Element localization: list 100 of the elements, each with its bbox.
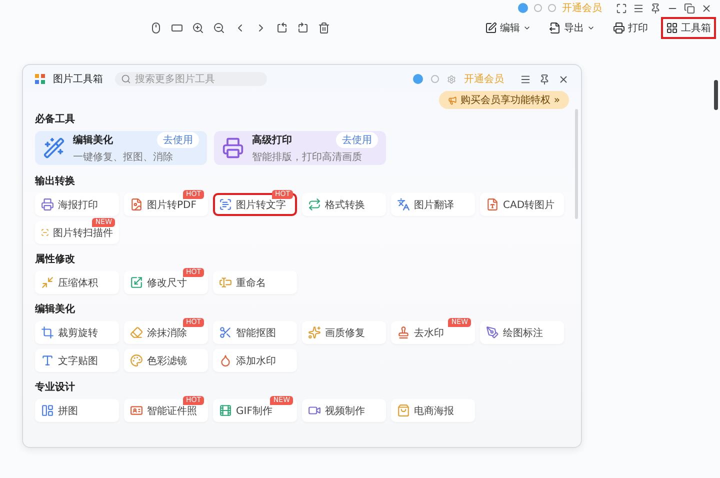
- tool-label: 图片转PDF: [147, 198, 196, 212]
- palette-icon: [130, 354, 143, 367]
- file-icon: [486, 198, 499, 211]
- rename-icon: [219, 276, 232, 289]
- tool-label: 色彩滤镜: [147, 354, 187, 368]
- menu-icon[interactable]: [633, 2, 644, 14]
- avatar[interactable]: [413, 74, 423, 84]
- tool-tile[interactable]: 视频制作: [302, 399, 386, 422]
- section-title: 输出转换: [35, 174, 76, 188]
- menu-icon[interactable]: [520, 74, 531, 84]
- magic-wand-icon: [43, 137, 65, 159]
- use-button[interactable]: 去使用: [336, 132, 378, 148]
- tool-label: 修改尺寸: [147, 276, 187, 290]
- tool-tile[interactable]: 格式转换: [302, 193, 386, 216]
- scrollbar-thumb[interactable]: [575, 109, 578, 219]
- scan-text-icon: [219, 198, 232, 211]
- use-button[interactable]: 去使用: [157, 132, 199, 148]
- resize-icon: [130, 276, 143, 289]
- tool-tile[interactable]: 添加水印: [213, 349, 297, 372]
- tool-tile[interactable]: 拼图: [35, 399, 119, 422]
- collage-icon: [41, 404, 54, 417]
- toolbar-button[interactable]: 编辑: [480, 17, 536, 39]
- tool-label: 文字贴图: [58, 354, 98, 368]
- tool-label: 压缩体积: [58, 276, 98, 290]
- fullscreen-icon[interactable]: [616, 2, 627, 14]
- scissors-icon: [219, 326, 232, 339]
- tool-label: 重命名: [236, 276, 266, 290]
- scan-icon: [41, 226, 49, 239]
- tool-tile[interactable]: 压缩体积: [35, 271, 119, 294]
- tool-tile[interactable]: 重命名: [213, 271, 297, 294]
- pin-icon[interactable]: [650, 2, 661, 14]
- search-icon: [121, 74, 131, 84]
- search-field[interactable]: 搜索更多图片工具: [115, 72, 267, 86]
- mouse-icon[interactable]: [150, 22, 162, 34]
- tool-label: 海报打印: [58, 198, 98, 212]
- toolbar-button[interactable]: 导出: [544, 17, 600, 39]
- video-icon: [308, 404, 321, 417]
- tool-tile[interactable]: 画质修复: [302, 321, 386, 344]
- pin-icon[interactable]: [539, 74, 550, 84]
- zoom-in-icon[interactable]: [192, 22, 204, 34]
- tool-tile[interactable]: 绘图标注: [480, 321, 564, 344]
- pen-icon: [486, 326, 499, 339]
- tool-tile[interactable]: 文字贴图: [35, 349, 119, 372]
- tool-label: 绘图标注: [503, 326, 543, 340]
- grid-icon: [666, 22, 678, 34]
- tool-tile[interactable]: 海报打印: [35, 193, 119, 216]
- avatar[interactable]: [518, 3, 528, 13]
- tool-label: 画质修复: [325, 326, 365, 340]
- tool-card[interactable]: 高级打印 去使用 智能排版，打印高清画质: [214, 131, 386, 165]
- promo-button[interactable]: 购买会员享功能特权 »: [438, 91, 569, 109]
- tool-label: 裁剪旋转: [58, 326, 98, 340]
- close-icon[interactable]: [701, 2, 712, 14]
- tool-tile[interactable]: 色彩滤镜: [124, 349, 208, 372]
- section-title: 编辑美化: [35, 302, 76, 316]
- edit-icon: [485, 22, 497, 34]
- tool-label: 图片转扫描件: [53, 226, 113, 240]
- section-title: 专业设计: [35, 380, 76, 394]
- tool-tile[interactable]: 电商海报: [391, 399, 475, 422]
- caret-icon: [523, 24, 531, 32]
- card-title: 高级打印: [252, 133, 292, 147]
- file-image-icon: [130, 198, 143, 211]
- tool-label: 去水印: [414, 326, 444, 340]
- tool-label: CAD转图片: [503, 198, 555, 212]
- droplet-icon: [219, 354, 232, 367]
- logo-icon: [35, 74, 45, 84]
- stamp-icon: [397, 326, 410, 339]
- eraser-icon: [130, 326, 143, 339]
- rotate-left-icon[interactable]: [276, 22, 288, 34]
- tool-label: 智能抠图: [236, 326, 276, 340]
- compress-icon: [41, 276, 54, 289]
- sparkles-icon: [308, 326, 321, 339]
- close-icon[interactable]: [558, 74, 569, 84]
- caret-icon: [587, 24, 595, 32]
- restore-icon[interactable]: [684, 2, 695, 14]
- megaphone-icon: [448, 96, 457, 104]
- scrollbar-thumb[interactable]: [714, 80, 718, 110]
- tool-label: GIF制作: [236, 404, 272, 418]
- card-subtitle: 智能排版，打印高清画质: [252, 150, 363, 164]
- section-title: 必备工具: [35, 112, 76, 126]
- tool-tile[interactable]: 智能抠图: [213, 321, 297, 344]
- film-icon: [219, 404, 232, 417]
- printer-icon: [41, 198, 54, 211]
- zoom-out-icon[interactable]: [213, 22, 225, 34]
- tool-tile[interactable]: CAD转图片: [480, 193, 564, 216]
- toolbar-button[interactable]: 工具箱: [661, 17, 716, 39]
- tool-label: 图片翻译: [414, 198, 454, 212]
- crop-icon: [41, 326, 54, 339]
- tool-label: 拼图: [58, 404, 78, 418]
- page-fit-icon[interactable]: [171, 22, 183, 34]
- tool-tile[interactable]: 裁剪旋转: [35, 321, 119, 344]
- tool-label: 添加水印: [236, 354, 276, 368]
- tool-card[interactable]: 编辑美化 去使用 一键修复、抠图、消除: [35, 131, 207, 165]
- toolbar-button[interactable]: 打印: [608, 17, 653, 39]
- rotate-right-icon[interactable]: [297, 22, 309, 34]
- tool-tile[interactable]: 图片翻译: [391, 193, 475, 216]
- shopping-bag-icon: [397, 404, 410, 417]
- printer-icon: [222, 137, 244, 159]
- tool-label: 视频制作: [325, 404, 365, 418]
- translate-icon: [397, 198, 410, 211]
- delete-icon[interactable]: [318, 22, 330, 34]
